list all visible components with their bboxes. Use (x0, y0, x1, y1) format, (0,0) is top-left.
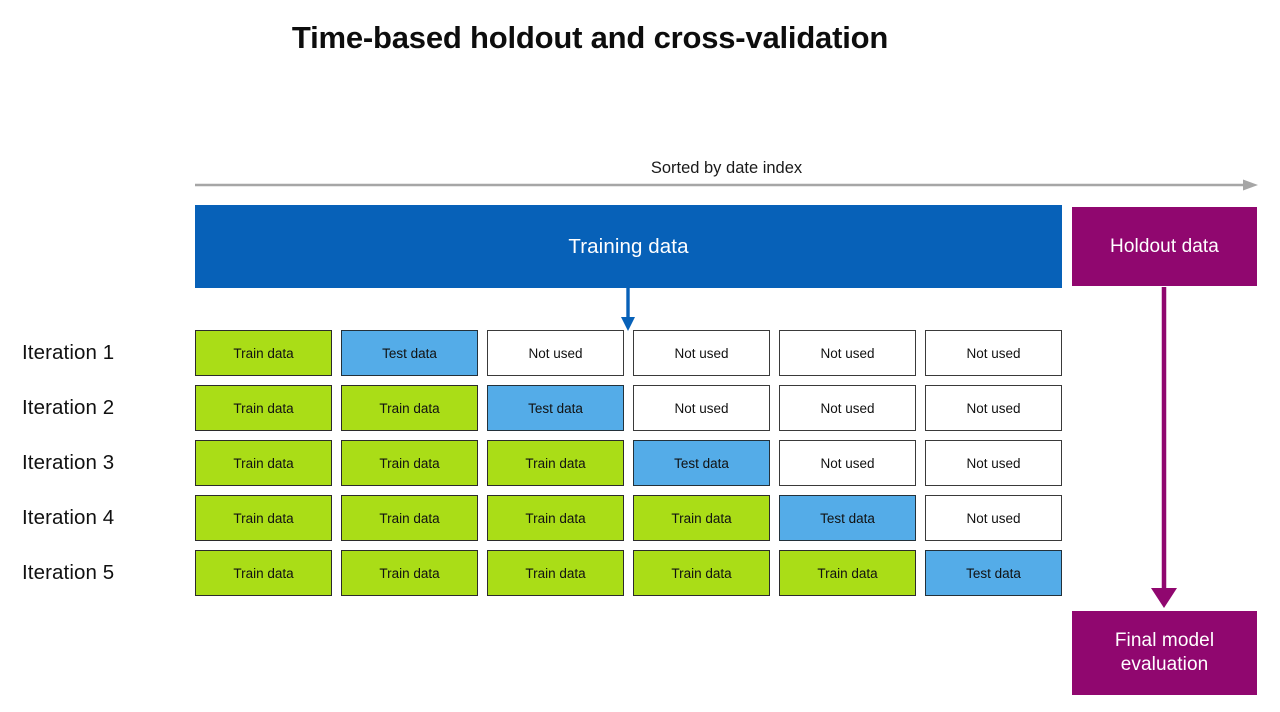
fold-cell-train: Train data (195, 440, 332, 486)
holdout-data-label: Holdout data (1110, 235, 1219, 257)
fold-cell-train: Train data (341, 495, 478, 541)
fold-cell-unused: Not used (925, 440, 1062, 486)
fold-cell-unused: Not used (779, 440, 916, 486)
iteration-cells: Train data Train data Train data Train data… (195, 495, 1062, 541)
iteration-cells: Train data Train data Test data Not used Not… (195, 385, 1062, 431)
fold-cell-train: Train data (779, 550, 916, 596)
iteration-label: Iteration 4 (22, 506, 115, 529)
iteration-row: Iteration 5 Train data Train data Train dat… (0, 550, 1070, 596)
iteration-row: Iteration 1 Train data Test data Not used No… (0, 330, 1070, 376)
down-arrow-icon-split (612, 288, 644, 332)
right-arrow-icon (195, 178, 1259, 192)
final-eval-line-2: evaluation (1120, 654, 1209, 675)
fold-cell-unused: Not used (487, 330, 624, 376)
fold-cell-unused: Not used (633, 330, 770, 376)
iteration-label: Iteration 2 (22, 396, 115, 419)
iteration-row: Iteration 2 Train data Train data Test data… (0, 385, 1070, 431)
final-eval-line-1: Final model (1114, 630, 1215, 652)
iteration-cells: Train data Test data Not used Not used Not u… (195, 330, 1062, 376)
iteration-cells: Train data Train data Train data Train data… (195, 550, 1062, 596)
fold-cell-train: Train data (487, 550, 624, 596)
fold-cell-train: Train data (633, 550, 770, 596)
iteration-label: Iteration 1 (22, 341, 115, 364)
final-model-evaluation-box: Final model evaluation (1072, 611, 1257, 695)
iteration-row: Iteration 3 Train data Train data Train dat… (0, 440, 1070, 486)
date-axis-caption: Sorted by date index (650, 159, 803, 177)
fold-cell-unused: Not used (925, 330, 1062, 376)
fold-cell-test: Test data (633, 440, 770, 486)
fold-cell-train: Train data (195, 550, 332, 596)
fold-cell-train: Train data (341, 385, 478, 431)
fold-cell-unused: Not used (779, 385, 916, 431)
holdout-data-bar: Holdout data (1072, 207, 1257, 286)
fold-cell-test: Test data (487, 385, 624, 431)
training-data-bar: Training data (195, 205, 1062, 288)
fold-cell-train: Train data (487, 495, 624, 541)
fold-cell-test: Test data (341, 330, 478, 376)
fold-cell-train: Train data (195, 385, 332, 431)
fold-cell-unused: Not used (925, 495, 1062, 541)
iteration-label: Iteration 5 (22, 561, 115, 584)
fold-cell-train: Train data (341, 440, 478, 486)
fold-cell-train: Train data (487, 440, 624, 486)
fold-cell-test: Test data (925, 550, 1062, 596)
iteration-cells: Train data Train data Train data Test data N… (195, 440, 1062, 486)
iteration-label: Iteration 3 (22, 451, 115, 474)
fold-cell-train: Train data (633, 495, 770, 541)
fold-cell-test: Test data (779, 495, 916, 541)
iteration-grid: Iteration 1 Train data Test data Not used No… (0, 330, 1070, 600)
training-data-label: Training data (568, 234, 689, 258)
page-title: Time-based holdout and cross-validation (291, 20, 889, 55)
fold-cell-train: Train data (195, 330, 332, 376)
iteration-row: Iteration 4 Train data Train data Train dat… (0, 495, 1070, 541)
fold-cell-unused: Not used (633, 385, 770, 431)
fold-cell-train: Train data (195, 495, 332, 541)
fold-cell-train: Train data (341, 550, 478, 596)
fold-cell-unused: Not used (779, 330, 916, 376)
fold-cell-unused: Not used (925, 385, 1062, 431)
down-arrow-icon-evaluation (1146, 287, 1182, 609)
